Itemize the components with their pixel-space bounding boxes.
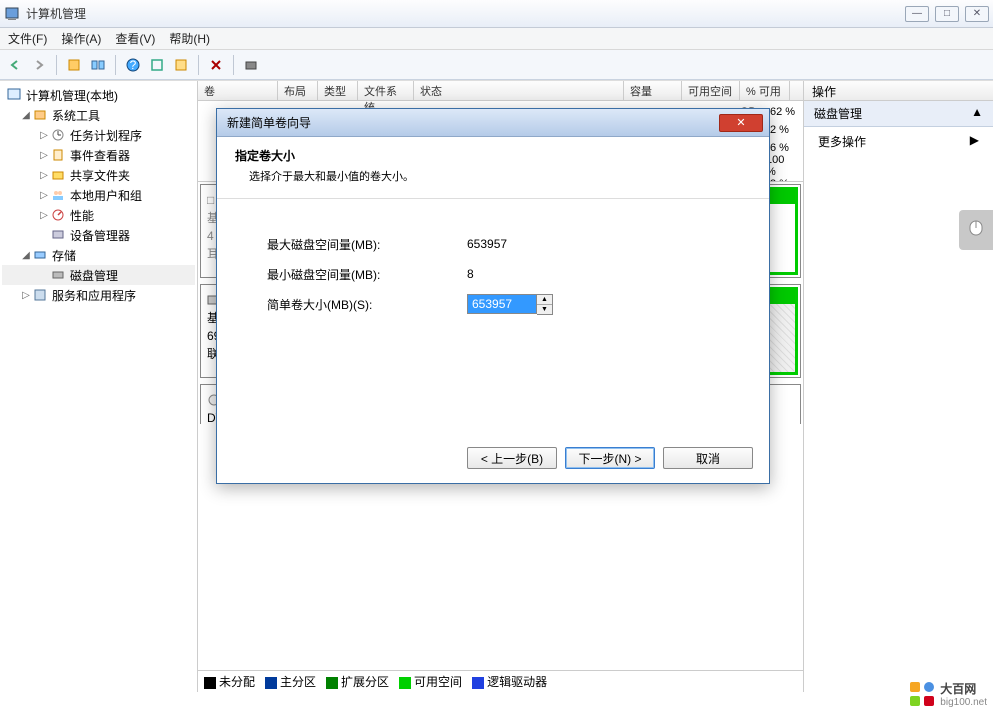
- spin-down-button[interactable]: ▼: [537, 305, 552, 314]
- help-icon[interactable]: ?: [122, 54, 144, 76]
- col-free[interactable]: 可用空间: [682, 81, 740, 100]
- wizard-header: 指定卷大小 选择介于最大和最小值的卷大小。: [217, 137, 769, 199]
- volume-size-input[interactable]: [467, 294, 537, 314]
- menu-file[interactable]: 文件(F): [8, 30, 47, 47]
- close-button[interactable]: ✕: [965, 6, 989, 22]
- actions-more[interactable]: 更多操作▶: [804, 127, 993, 156]
- tree-event[interactable]: ▷事件查看器: [2, 145, 195, 165]
- menu-view[interactable]: 查看(V): [115, 30, 155, 47]
- actions-header: 操作: [804, 81, 993, 101]
- tool-icon[interactable]: [240, 54, 262, 76]
- legend: 未分配 主分区 扩展分区 可用空间 逻辑驱动器: [198, 670, 803, 692]
- menubar: 文件(F) 操作(A) 查看(V) 帮助(H): [0, 28, 993, 50]
- chevron-right-icon: ▶: [970, 133, 979, 150]
- tree-task[interactable]: ▷任务计划程序: [2, 125, 195, 145]
- volume-size-label: 简单卷大小(MB)(S):: [267, 296, 467, 313]
- watermark: 大百网 big100.net: [908, 680, 987, 708]
- next-button[interactable]: 下一步(N) >: [565, 447, 655, 469]
- tree-diskmgmt[interactable]: 磁盘管理: [2, 265, 195, 285]
- min-space-value: 8: [467, 267, 474, 281]
- tree-perf[interactable]: ▷性能: [2, 205, 195, 225]
- wizard-dialog: 新建简单卷向导 ✕ 指定卷大小 选择介于最大和最小值的卷大小。 最大磁盘空间量(…: [216, 108, 770, 484]
- col-layout[interactable]: 布局: [278, 81, 318, 100]
- tree-share[interactable]: ▷共享文件夹: [2, 165, 195, 185]
- tree-svcapp[interactable]: ▷服务和应用程序: [2, 285, 195, 305]
- wizard-body: 最大磁盘空间量(MB): 653957 最小磁盘空间量(MB): 8 简单卷大小…: [217, 199, 769, 349]
- toolbar: ?: [0, 50, 993, 80]
- window-title: 计算机管理: [26, 5, 905, 22]
- col-type[interactable]: 类型: [318, 81, 358, 100]
- wizard-close-button[interactable]: ✕: [719, 114, 763, 132]
- col-fs[interactable]: 文件系统: [358, 81, 414, 100]
- tree-storage[interactable]: ◢存储: [2, 245, 195, 265]
- spin-up-button[interactable]: ▲: [537, 295, 552, 305]
- tool-icon[interactable]: [146, 54, 168, 76]
- col-status[interactable]: 状态: [414, 81, 624, 100]
- wizard-title: 新建简单卷向导: [223, 114, 719, 131]
- back-button[interactable]: [4, 54, 26, 76]
- volume-list-header: 卷 布局 类型 文件系统 状态 容量 可用空间 % 可用: [198, 81, 803, 101]
- tree-systools[interactable]: ◢系统工具: [2, 105, 195, 125]
- tree-devmgr[interactable]: 设备管理器: [2, 225, 195, 245]
- tool-icon[interactable]: [87, 54, 109, 76]
- wizard-titlebar[interactable]: 新建简单卷向导 ✕: [217, 109, 769, 137]
- forward-button[interactable]: [28, 54, 50, 76]
- min-space-label: 最小磁盘空间量(MB):: [267, 266, 467, 283]
- tree-root[interactable]: 计算机管理(本地): [2, 85, 195, 105]
- back-button[interactable]: < 上一步(B): [467, 447, 557, 469]
- tree-users[interactable]: ▷本地用户和组: [2, 185, 195, 205]
- maximize-button[interactable]: □: [935, 6, 959, 22]
- wizard-heading: 指定卷大小: [235, 147, 751, 164]
- col-volume[interactable]: 卷: [198, 81, 278, 100]
- collapse-icon: ▲: [971, 105, 983, 122]
- actions-section[interactable]: 磁盘管理▲: [804, 101, 993, 127]
- max-space-value: 653957: [467, 237, 507, 251]
- tool-icon[interactable]: [170, 54, 192, 76]
- titlebar: 计算机管理 — □ ✕: [0, 0, 993, 28]
- cancel-button[interactable]: 取消: [663, 447, 753, 469]
- tool-icon[interactable]: [63, 54, 85, 76]
- side-widget[interactable]: [959, 210, 993, 250]
- menu-help[interactable]: 帮助(H): [169, 30, 210, 47]
- delete-icon[interactable]: [205, 54, 227, 76]
- app-icon: [4, 6, 20, 22]
- minimize-button[interactable]: —: [905, 6, 929, 22]
- menu-action[interactable]: 操作(A): [61, 30, 101, 47]
- wizard-subheading: 选择介于最大和最小值的卷大小。: [235, 168, 751, 184]
- col-pctfree[interactable]: % 可用: [740, 81, 790, 100]
- tree-pane: 计算机管理(本地) ◢系统工具 ▷任务计划程序 ▷事件查看器 ▷共享文件夹 ▷本…: [0, 81, 198, 692]
- max-space-label: 最大磁盘空间量(MB):: [267, 236, 467, 253]
- actions-pane: 操作 磁盘管理▲ 更多操作▶: [803, 81, 993, 692]
- col-capacity[interactable]: 容量: [624, 81, 682, 100]
- svg-text:?: ?: [130, 58, 137, 72]
